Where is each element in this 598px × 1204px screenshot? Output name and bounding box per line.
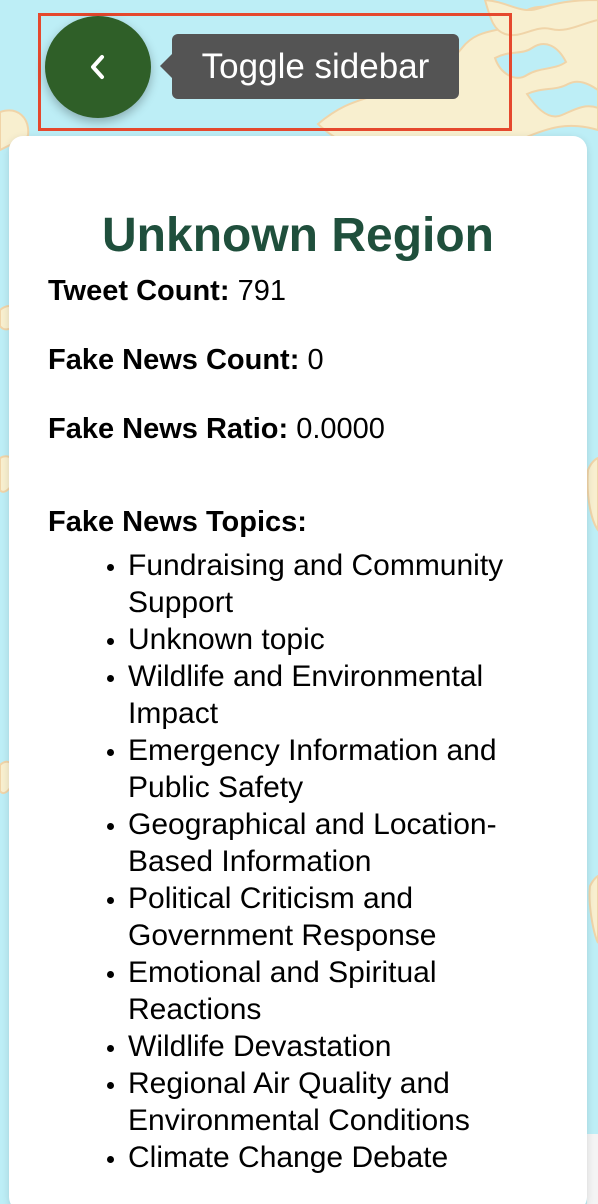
tweet-count-label: Tweet Count:	[48, 275, 230, 307]
fake-news-ratio-label: Fake News Ratio:	[48, 413, 289, 445]
region-details-panel: Unknown Region Tweet Count: 791 Fake New…	[9, 136, 587, 1204]
chevron-left-icon	[91, 55, 104, 79]
toggle-sidebar-button[interactable]	[45, 16, 151, 118]
fake-news-count-value: 0	[307, 344, 324, 376]
topic-list-item: Wildlife Devastation	[128, 1028, 548, 1065]
region-title: Unknown Region	[102, 209, 494, 263]
topic-list-item: Regional Air Quality and Environmental C…	[128, 1065, 548, 1139]
fake-news-count-label: Fake News Count:	[48, 344, 300, 376]
toggle-sidebar-tooltip: Toggle sidebar	[160, 34, 459, 99]
topic-list-item: Political Criticism and Government Respo…	[128, 880, 548, 954]
topic-list-item: Emotional and Spiritual Reactions	[128, 954, 548, 1028]
map-view[interactable]: Toggle sidebar Unknown Region Tweet Coun…	[0, 0, 598, 1204]
scrollbar-track[interactable]	[587, 1134, 598, 1204]
fake-news-count-stat: Fake News Count: 0	[48, 341, 324, 379]
fake-news-topics-list: Fundraising and Community Support Unknow…	[128, 547, 548, 1176]
fake-news-ratio-stat: Fake News Ratio: 0.0000	[48, 410, 385, 448]
tweet-count-value: 791	[237, 275, 286, 307]
topic-list-item: Fundraising and Community Support	[128, 547, 548, 621]
fake-news-topics-heading: Fake News Topics:	[48, 506, 307, 539]
fake-news-ratio-value: 0.0000	[296, 413, 385, 445]
topic-list-item: Wildlife and Environmental Impact	[128, 658, 548, 732]
topic-list-item: Emergency Information and Public Safety	[128, 732, 548, 806]
tweet-count-stat: Tweet Count: 791	[48, 272, 286, 310]
topic-list-item: Unknown topic	[128, 621, 548, 658]
topic-list-item: Geographical and Location-Based Informat…	[128, 806, 548, 880]
topic-list-item: Climate Change Debate	[128, 1139, 548, 1176]
